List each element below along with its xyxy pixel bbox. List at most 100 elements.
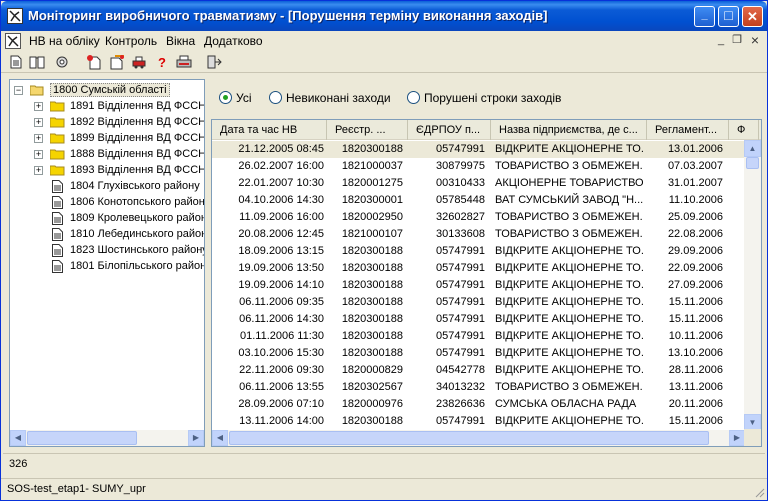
scroll-thumb[interactable]: [229, 431, 709, 445]
tree-item[interactable]: + 1892 Відділення ВД ФССНВ: [10, 115, 204, 131]
minimize-button[interactable]: _: [694, 6, 715, 27]
tree-item[interactable]: 1823 Шостинського району: [10, 243, 204, 259]
document-icon: [52, 196, 63, 209]
column-header-deadline[interactable]: Регламент...: [647, 120, 729, 140]
tree-item[interactable]: 1806 Конотопського району: [10, 195, 204, 211]
column-header-date[interactable]: Дата та час НВ: [212, 120, 327, 140]
column-header-f[interactable]: Ф: [729, 120, 759, 140]
scroll-corner: [744, 429, 761, 446]
document-icon: [52, 244, 63, 257]
expand-icon[interactable]: +: [34, 102, 43, 111]
menu-registered-accidents[interactable]: НВ на обліку: [29, 34, 100, 48]
table-row[interactable]: 06.11.2006 13:55 1820302567 34013232 ТОВАРИ…: [212, 379, 746, 396]
cell-reg: 1821000107: [341, 228, 403, 240]
table-row[interactable]: 22.11.2006 09:30 1820000829 04542778 ВІДКРИ…: [212, 362, 746, 379]
cell-date: 19.09.2006 13:50: [238, 262, 324, 274]
table-row[interactable]: 11.09.2006 16:00 1820002950 32602827 ТОВАРИ…: [212, 209, 746, 226]
scroll-up-icon[interactable]: ▲: [744, 140, 761, 157]
grid-horizontal-scrollbar[interactable]: ◀ ▶: [212, 430, 745, 446]
column-header-company[interactable]: Назва підприємства, де с...: [491, 120, 647, 140]
close-button[interactable]: ✕: [742, 6, 763, 27]
cell-company: ВІДКРИТЕ АКЦІОНЕРНЕ ТО...: [495, 347, 643, 359]
mdi-restore-button[interactable]: ❐: [730, 34, 744, 48]
resize-grip-icon[interactable]: [753, 486, 765, 498]
document-icon: [52, 228, 63, 241]
cell-date: 20.08.2006 12:45: [238, 228, 324, 240]
document-window-icon[interactable]: [5, 33, 21, 49]
cell-edrpou: 05785448: [436, 194, 485, 206]
tree-item[interactable]: 1801 Білопільського району: [10, 259, 204, 275]
document-icon[interactable]: [7, 53, 25, 71]
grid-vertical-scrollbar[interactable]: ▲ ▼: [744, 140, 761, 431]
measures-grid[interactable]: Дата та час НВ Реєстр. ... ЄДРПОУ п... Н…: [211, 119, 762, 447]
tree-horizontal-scrollbar[interactable]: ◀ ▶: [10, 430, 204, 446]
cell-date: 22.01.2007 10:30: [238, 177, 324, 189]
menu-extra[interactable]: Додатково: [204, 34, 263, 48]
edit-record-icon[interactable]: [108, 53, 126, 71]
book-icon[interactable]: [28, 53, 46, 71]
table-row[interactable]: 06.11.2006 14:30 1820300188 05747991 ВІДКРИ…: [212, 311, 746, 328]
add-record-icon[interactable]: [85, 53, 103, 71]
cell-date: 19.09.2006 14:10: [238, 279, 324, 291]
scroll-right-icon[interactable]: ▶: [729, 430, 745, 446]
printer-icon[interactable]: [175, 53, 193, 71]
expand-icon[interactable]: +: [34, 150, 43, 159]
scroll-thumb[interactable]: [746, 157, 759, 169]
table-row[interactable]: 06.11.2006 09:35 1820300188 05747991 ВІДКРИ…: [212, 294, 746, 311]
tree-item[interactable]: + 1893 Відділення ВД ФССНВ: [10, 163, 204, 179]
menu-control[interactable]: Контроль: [105, 34, 157, 48]
tree-item[interactable]: + 1891 Відділення ВД ФССНВ: [10, 99, 204, 115]
table-row[interactable]: 28.09.2006 07:10 1820000976 23826636 СУМСЬК…: [212, 396, 746, 413]
filter-overdue-label[interactable]: Порушені строки заходів: [424, 91, 561, 105]
window-title: Моніторинг виробничого травматизму - [По…: [28, 8, 548, 23]
filter-all-label[interactable]: Усі: [236, 91, 252, 105]
scroll-thumb[interactable]: [27, 431, 137, 445]
table-row[interactable]: 20.08.2006 12:45 1821000107 30133608 ТОВАРИ…: [212, 226, 746, 243]
tree-item[interactable]: + 1888 Відділення ВД ФССНВ: [10, 147, 204, 163]
table-row[interactable]: 13.11.2006 14:00 1820300188 05747991 ВІДКРИ…: [212, 413, 746, 430]
panel-splitter[interactable]: [206, 79, 210, 447]
filter-overdue-radio[interactable]: [407, 91, 420, 104]
table-row[interactable]: 22.01.2007 10:30 1820001275 00310433 АКЦІОН…: [212, 175, 746, 192]
tree-root[interactable]: − 1800 Сумській області: [10, 83, 204, 99]
filter-all-radio[interactable]: [219, 91, 232, 104]
search-car-icon[interactable]: [131, 53, 149, 71]
tree-item[interactable]: + 1899 Відділення ВД ФССНВ: [10, 131, 204, 147]
scroll-left-icon[interactable]: ◀: [212, 430, 228, 446]
filter-unfulfilled-radio[interactable]: [269, 91, 282, 104]
table-row[interactable]: 26.02.2007 16:00 1821000037 30879975 ТОВАРИ…: [212, 158, 746, 175]
table-row[interactable]: 01.11.2006 11:30 1820300188 05747991 ВІДКРИ…: [212, 328, 746, 345]
menu-windows[interactable]: Вікна: [166, 34, 195, 48]
tree-item-label: 1804 Глухівського району: [70, 180, 200, 192]
tree-item[interactable]: 1809 Кролевецького району: [10, 211, 204, 227]
maximize-button[interactable]: □: [718, 6, 739, 27]
region-tree[interactable]: − 1800 Сумській області + 1891 Відділенн…: [9, 79, 205, 447]
expand-icon[interactable]: +: [34, 166, 43, 175]
mdi-close-button[interactable]: ×: [748, 33, 762, 48]
settings-icon[interactable]: [53, 53, 71, 71]
expand-icon[interactable]: +: [34, 134, 43, 143]
cell-reg: 1820300188: [341, 245, 403, 257]
app-icon[interactable]: [7, 8, 23, 24]
mdi-minimize-button[interactable]: _: [714, 34, 728, 48]
title-bar[interactable]: Моніторинг виробничого травматизму - [По…: [1, 1, 767, 31]
tree-item[interactable]: 1804 Глухівського району: [10, 179, 204, 195]
scroll-right-icon[interactable]: ▶: [188, 430, 204, 446]
scroll-left-icon[interactable]: ◀: [10, 430, 26, 446]
tree-item-label: 1809 Кролевецького району: [70, 212, 205, 224]
tree-item[interactable]: 1810 Лебединського району: [10, 227, 204, 243]
table-row[interactable]: 04.10.2006 14:30 1820300001 05785448 ВАТ СУ…: [212, 192, 746, 209]
filter-unfulfilled-label[interactable]: Невиконані заходи: [286, 91, 391, 105]
table-row[interactable]: 19.09.2006 13:50 1820300188 05747991 ВІДКРИ…: [212, 260, 746, 277]
table-row[interactable]: 18.09.2006 13:15 1820300188 05747991 ВІДКРИ…: [212, 243, 746, 260]
toolbar: ?: [1, 51, 767, 73]
table-row[interactable]: 19.09.2006 14:10 1820300188 05747991 ВІДКРИ…: [212, 277, 746, 294]
column-header-edrpou[interactable]: ЄДРПОУ п...: [408, 120, 491, 140]
help-icon[interactable]: ?: [153, 53, 171, 71]
collapse-icon[interactable]: −: [14, 86, 23, 95]
table-row[interactable]: 03.10.2006 15:30 1820300188 05747991 ВІДКРИ…: [212, 345, 746, 362]
exit-icon[interactable]: [205, 53, 223, 71]
expand-icon[interactable]: +: [34, 118, 43, 127]
column-header-reg[interactable]: Реєстр. ...: [327, 120, 408, 140]
table-row[interactable]: 21.12.2005 08:45 1820300188 05747991 ВІДКРИ…: [212, 141, 746, 158]
